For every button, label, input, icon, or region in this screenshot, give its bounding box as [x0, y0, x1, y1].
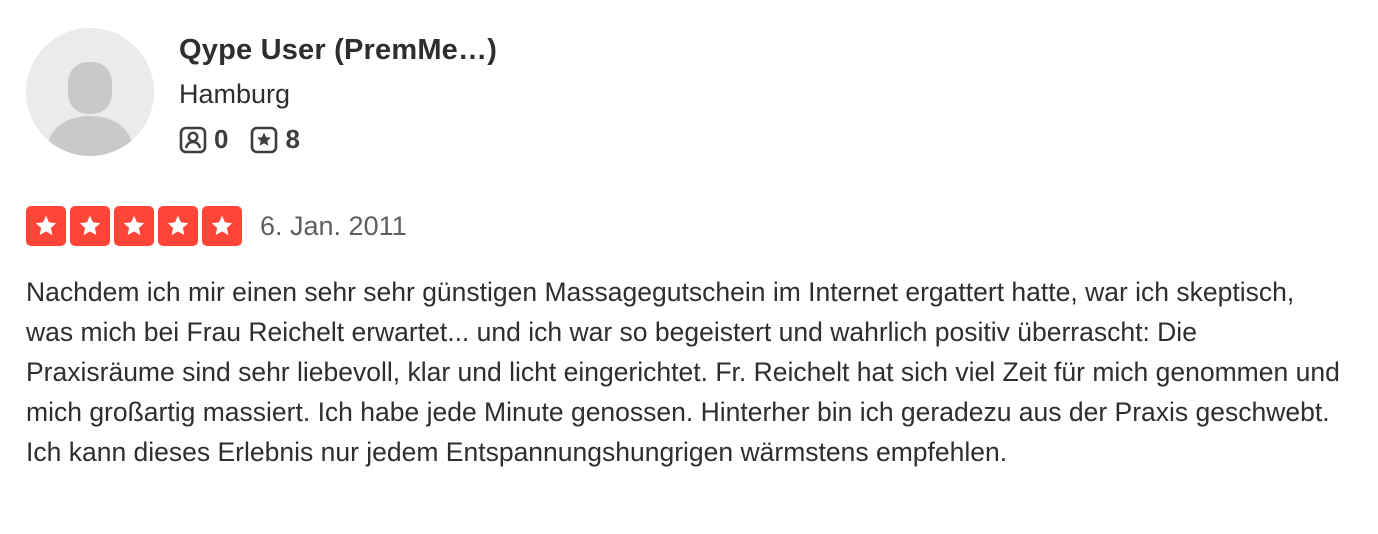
star-icon	[158, 206, 198, 246]
star-icon	[70, 206, 110, 246]
review-text: Nachdem ich mir einen sehr sehr günstige…	[26, 277, 1340, 467]
friends-stat: 0	[179, 124, 228, 155]
friends-count: 0	[214, 124, 229, 154]
default-avatar-icon	[26, 28, 154, 156]
reviews-star-icon	[251, 126, 278, 153]
friends-icon	[179, 126, 207, 153]
user-stats: 0 8	[179, 124, 497, 155]
reviews-count: 8	[285, 124, 300, 154]
user-info: Qype User (PremMe…) Hamburg 0 8	[179, 28, 497, 155]
avatar[interactable]	[26, 28, 154, 156]
rating-row: 6. Jan. 2011	[26, 206, 1356, 246]
star-icon	[202, 206, 242, 246]
user-location: Hamburg	[179, 79, 291, 109]
reviews-stat: 8	[250, 124, 300, 155]
user-passport: Qype User (PremMe…) Hamburg 0 8	[26, 28, 1356, 156]
review-card: Qype User (PremMe…) Hamburg 0 8 6. Jan. …	[26, 28, 1356, 499]
review-date: 6. Jan. 2011	[260, 210, 407, 241]
star-icon	[26, 206, 66, 246]
star-rating	[26, 206, 242, 246]
user-name-link[interactable]: Qype User (PremMe…)	[179, 30, 497, 70]
star-icon	[114, 206, 154, 246]
